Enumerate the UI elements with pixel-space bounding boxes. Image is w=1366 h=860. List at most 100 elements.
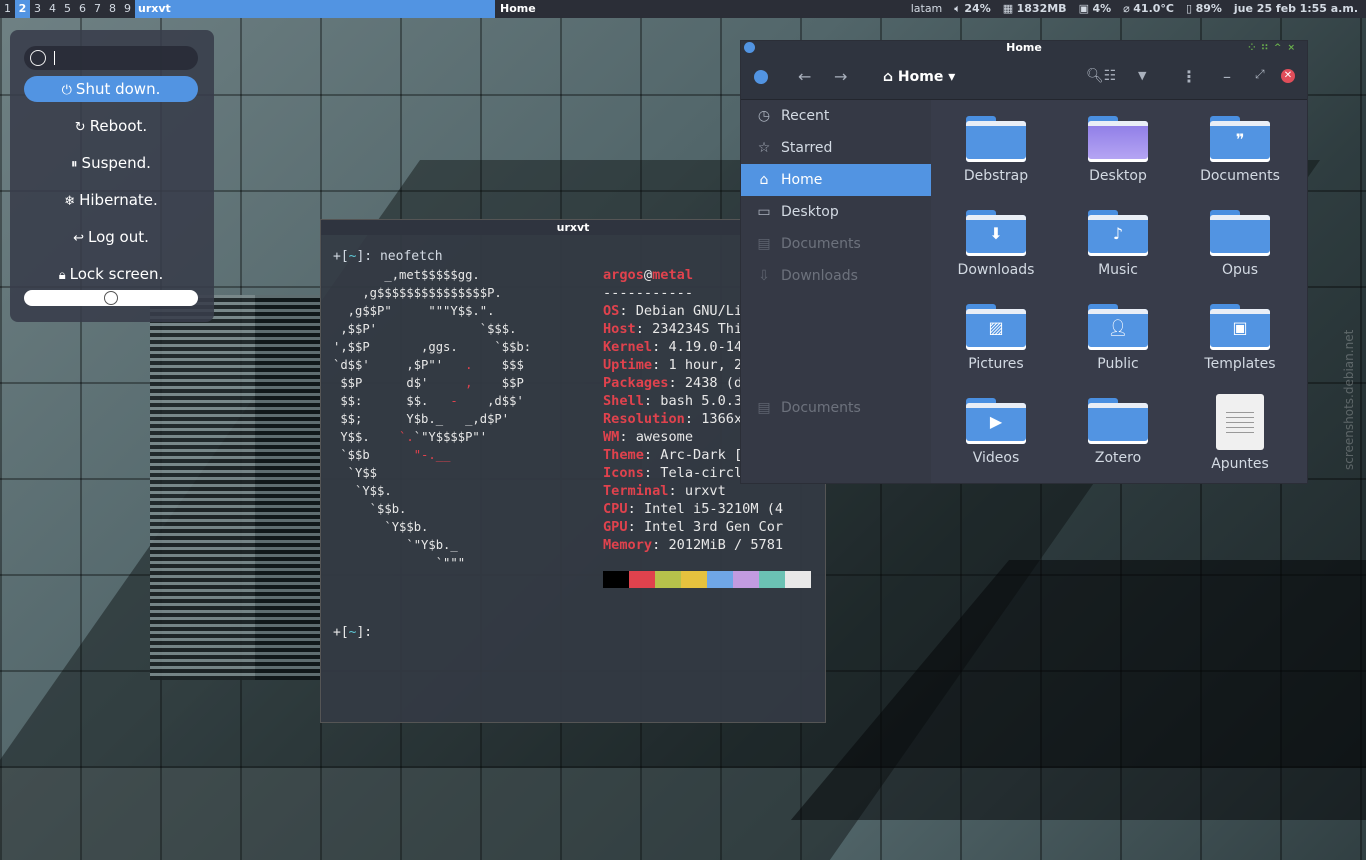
tag-8[interactable]: 8 — [105, 0, 120, 18]
info-key: Icons — [603, 465, 644, 481]
file-item-videos[interactable]: ▶ Videos — [941, 398, 1051, 466]
sidebar-item-starred[interactable]: ☆ Starred — [741, 132, 931, 164]
documents-icon: ▤ — [757, 236, 771, 252]
reboot-icon: ↻ — [74, 120, 86, 135]
tag-4[interactable]: 4 — [45, 0, 60, 18]
memory-widget: ▦ 1832MB — [1003, 0, 1067, 18]
file-item-desktop[interactable]: Desktop — [1063, 116, 1173, 184]
neofetch-separator: ----------- — [603, 285, 694, 301]
file-label: Apuntes — [1211, 456, 1269, 472]
info-key: OS — [603, 303, 620, 319]
desktop-folder-icon — [1088, 116, 1148, 162]
hibernate-label: Hibernate. — [79, 191, 158, 209]
wall-vent-dark — [255, 295, 320, 680]
logout-button[interactable]: ↩ Log out. — [24, 224, 198, 250]
hibernate-button[interactable]: ❄ Hibernate. — [24, 187, 198, 213]
tag-list: 1 2 3 4 5 6 7 8 9 — [0, 0, 135, 18]
sidebar-label: Downloads — [781, 268, 858, 284]
tag-1[interactable]: 1 — [0, 0, 15, 18]
file-label: Pictures — [968, 356, 1024, 372]
file-label: Zotero — [1094, 450, 1142, 466]
battery-value: 89% — [1195, 2, 1222, 15]
minimize-icon[interactable]: – — [1223, 67, 1231, 86]
documents-icon: ▤ — [757, 400, 771, 416]
date-value: jue 25 feb — [1233, 2, 1297, 15]
sidebar-item-downloads[interactable]: ⇩ Downloads — [741, 260, 931, 292]
tag-2[interactable]: 2 — [15, 0, 30, 18]
location-button[interactable]: ⌂ Home ▾ — [883, 69, 955, 85]
clock-icon: ◷ — [757, 108, 771, 124]
sidebar-item-home[interactable]: ⌂ Home — [741, 164, 931, 196]
file-manager-window-buttons[interactable]: ⁘∷^× — [1248, 41, 1301, 55]
lock-screen-button[interactable]: 🔒︎ Lock screen. — [24, 261, 198, 287]
file-manager-titlebar[interactable]: Home ⁘∷^× — [741, 41, 1307, 55]
maximize-icon[interactable]: ⤢ — [1255, 67, 1265, 82]
file-item-public[interactable]: 👤︎ Public — [1063, 304, 1173, 372]
info-value: 2012MiB / 5781 — [668, 537, 784, 553]
file-item-templates[interactable]: ▣ Templates — [1185, 304, 1295, 372]
sidebar-item-documents-bookmark[interactable]: ▤ Documents — [741, 392, 931, 424]
tag-7[interactable]: 7 — [90, 0, 105, 18]
search-icon[interactable]: 🔍︎☷ — [1086, 68, 1116, 84]
neofetch-user: argos — [603, 267, 644, 283]
close-icon[interactable]: ✕ — [1281, 69, 1295, 83]
music-folder-icon: ♪ — [1088, 210, 1148, 256]
file-item-music[interactable]: ♪ Music — [1063, 210, 1173, 278]
shutdown-button[interactable]: ⏻ Shut down. — [24, 76, 198, 102]
nautilus-window[interactable]: Home ⁘∷^× ← → ⌂ Home ▾ 🔍︎☷ ▼ ⋮ – ⤢ ✕ ◷ Re… — [740, 40, 1308, 484]
task-urxvt[interactable]: urxvt — [135, 0, 495, 18]
file-item-downloads[interactable]: ⬇ Downloads — [941, 210, 1051, 278]
task-home[interactable]: Home — [495, 0, 855, 18]
reboot-button[interactable]: ↻ Reboot. — [24, 113, 198, 139]
window-menu-icon[interactable] — [744, 42, 755, 53]
thermometer-icon: ⌀ — [1123, 2, 1134, 15]
sidebar-item-recent[interactable]: ◷ Recent — [741, 100, 931, 132]
file-item-opus[interactable]: Opus — [1185, 210, 1295, 278]
cpu-icon: ▣ — [1078, 2, 1093, 15]
palette-swatch — [603, 571, 629, 588]
power-icon: ⏻ — [61, 83, 72, 98]
tag-9[interactable]: 9 — [120, 0, 135, 18]
volume-widget[interactable]: 🔈︎ 24% — [954, 0, 990, 18]
terminal-prompt[interactable]: +[~]: — [333, 625, 380, 640]
info-key: Packages — [603, 375, 669, 391]
file-item-pictures[interactable]: ▨ Pictures — [941, 304, 1051, 372]
user-icon — [30, 50, 46, 66]
file-item-debstrap[interactable]: Debstrap — [941, 116, 1051, 184]
battery-icon: ▯ — [1186, 2, 1196, 15]
sidebar-item-documents[interactable]: ▤ Documents — [741, 228, 931, 260]
power-menu-prompt[interactable] — [24, 46, 198, 70]
file-item-zotero[interactable]: Zotero — [1063, 398, 1173, 466]
keyboard-layout[interactable]: latam — [911, 0, 943, 18]
suspend-button[interactable]: ⏸ Suspend. — [24, 150, 198, 176]
folder-icon — [1210, 210, 1270, 256]
temp-widget: ⌀ 41.0°C — [1123, 0, 1174, 18]
palette-swatch — [629, 571, 655, 588]
folder-icon — [1088, 398, 1148, 444]
tag-5[interactable]: 5 — [60, 0, 75, 18]
info-key: Theme — [603, 447, 644, 463]
sidebar-label: Recent — [781, 108, 830, 124]
user-icon — [104, 291, 118, 305]
shutdown-label: Shut down. — [75, 80, 161, 98]
file-label: Desktop — [1089, 168, 1147, 184]
tag-3[interactable]: 3 — [30, 0, 45, 18]
back-icon[interactable]: ← — [798, 67, 811, 86]
menu-icon[interactable]: ⋮ — [1181, 67, 1197, 86]
power-menu-user-bar[interactable] — [24, 290, 198, 306]
forward-icon[interactable]: → — [834, 67, 847, 86]
view-options-icon[interactable]: ▼ — [1138, 69, 1146, 82]
info-key: Terminal — [603, 483, 669, 499]
tag-6[interactable]: 6 — [75, 0, 90, 18]
debian-ascii-logo: _,met$$$$$gg. ,g$$$$$$$$$$$$$$$P. ,g$$P"… — [333, 268, 532, 570]
info-key: Uptime — [603, 357, 653, 373]
palette-swatch — [759, 571, 785, 588]
desktop-icon: ▭ — [757, 204, 771, 220]
sidebar-item-desktop[interactable]: ▭ Desktop — [741, 196, 931, 228]
clock-widget[interactable]: jue 25 feb 1:55 a.m. — [1234, 0, 1358, 18]
file-item-apuntes[interactable]: Apuntes — [1185, 394, 1295, 472]
info-key: GPU — [603, 519, 628, 535]
lock-label: Lock screen. — [69, 265, 164, 283]
pictures-folder-icon: ▨ — [966, 304, 1026, 350]
file-item-documents[interactable]: ❞ Documents — [1185, 116, 1295, 184]
